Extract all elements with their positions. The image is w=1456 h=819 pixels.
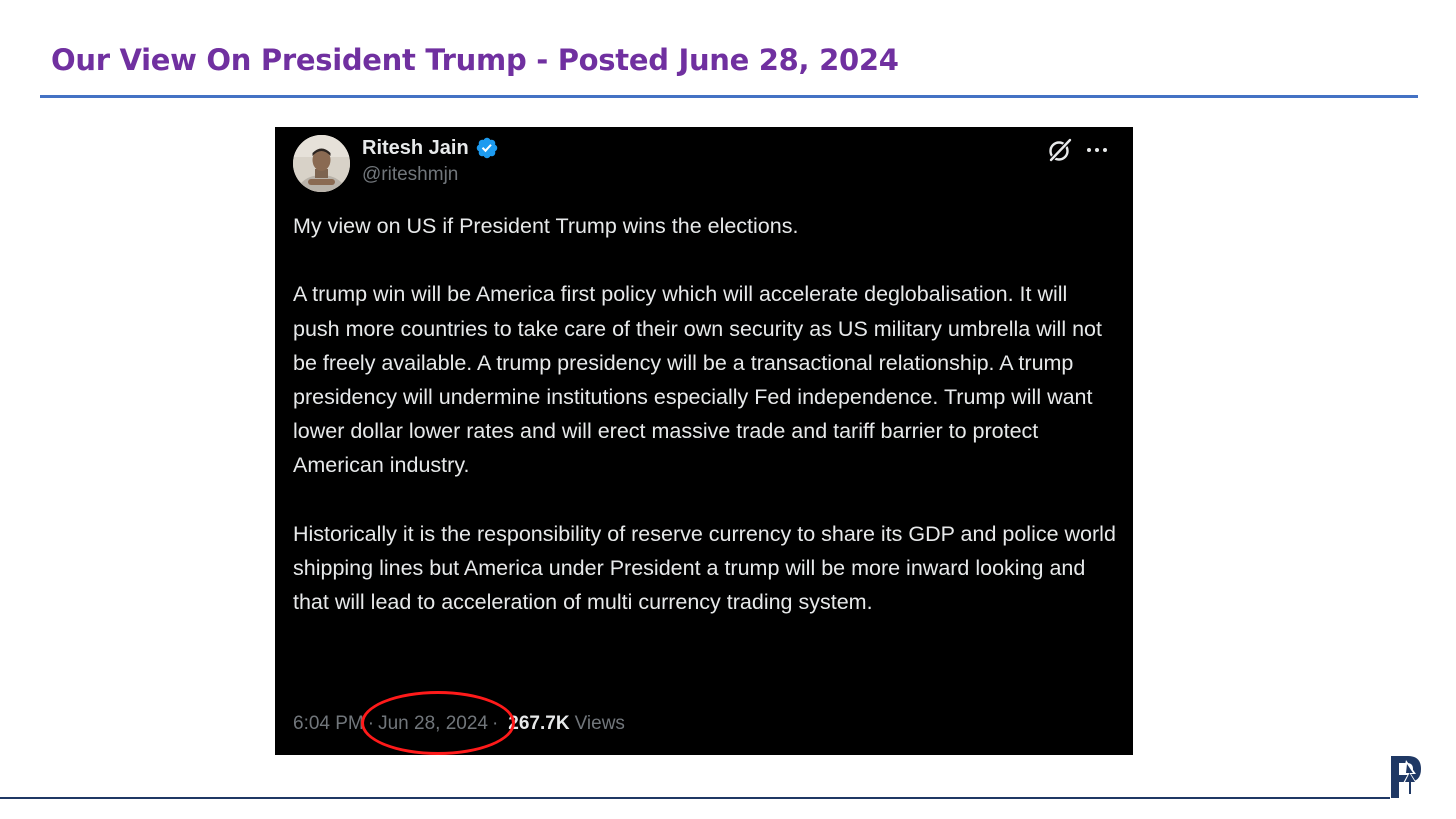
tweet-meta: 6:04 PM · Jun 28, 2024 · 267.7K Views [293,691,625,755]
author-name-row: Ritesh Jain [362,135,499,161]
footer-rule [0,797,1390,799]
tweet-date-wrapper: Jun 28, 2024 [361,691,516,755]
tweet-paragraph: Historically it is the responsibility of… [293,521,1116,615]
avatar[interactable] [293,135,350,192]
tweet-paragraph: My view on US if President Trump wins th… [293,214,799,238]
tweet-screenshot: Ritesh Jain @riteshmjn My view on US if … [275,127,1133,755]
tweet-date[interactable]: Jun 28, 2024 [378,713,488,734]
title-underline [40,95,1418,98]
meta-separator: · [491,713,499,734]
verified-badge-icon [476,137,497,159]
tweet-time[interactable]: 6:04 PM [293,713,364,735]
avatar-image [293,135,350,192]
slide-title: Our View On President Trump - Posted Jun… [51,43,899,77]
view-count: 267.7K [508,713,570,734]
author-name[interactable]: Ritesh Jain [362,137,469,160]
author-handle[interactable]: @riteshmjn [362,163,458,187]
more-options-icon[interactable] [1084,137,1110,163]
tweet-paragraph: A trump win will be America first policy… [293,282,1102,478]
grok-icon[interactable] [1047,137,1073,163]
views-label: Views [574,713,625,734]
company-logo [1391,756,1421,798]
meta-separator: · [367,713,375,734]
tweet-text: My view on US if President Trump wins th… [293,209,1118,619]
